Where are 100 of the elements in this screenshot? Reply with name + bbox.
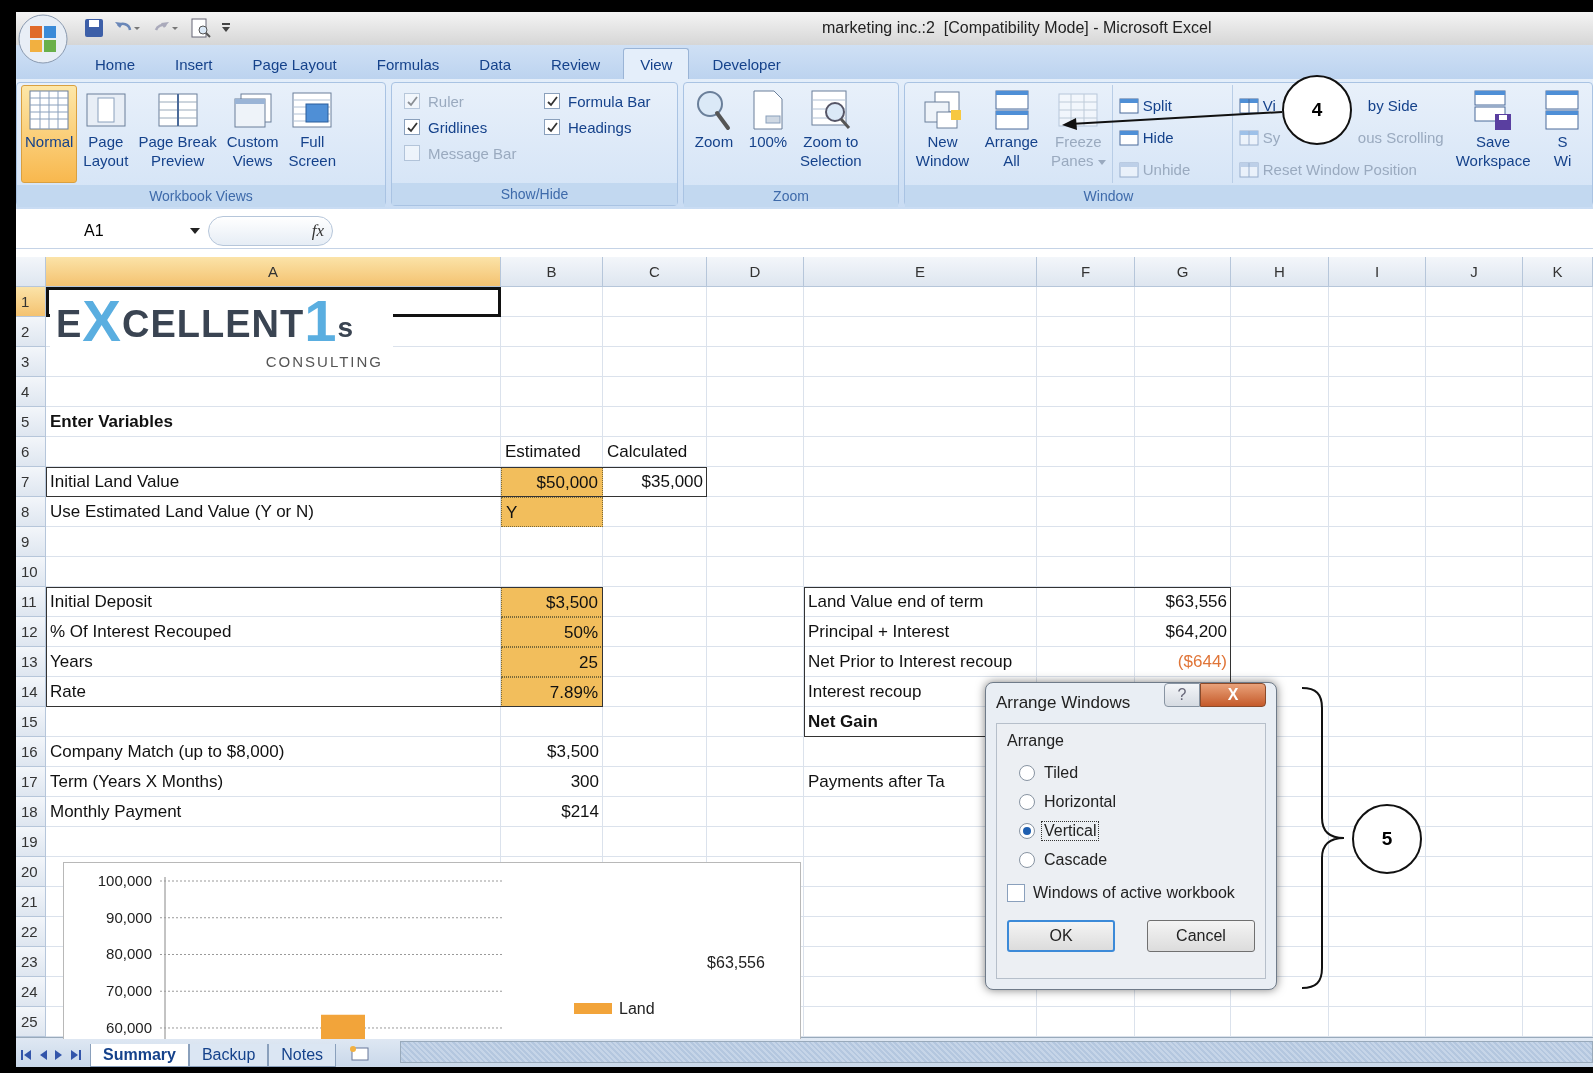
customize-caret-icon[interactable] [222,23,230,34]
table-cell: 50% [501,617,603,648]
row-header[interactable]: 18 [16,797,46,828]
checkbox-label: Headings [568,118,632,136]
row-header[interactable]: 22 [16,917,46,948]
column-header[interactable]: B [501,257,603,288]
row-header[interactable]: 2 [16,317,46,348]
column-header[interactable]: G [1135,257,1231,288]
ribbon-tab[interactable]: Developer [695,47,798,79]
last-sheet-icon[interactable] [70,1049,82,1061]
dialog-title: Arrange Windows [996,693,1131,713]
row-header[interactable]: 5 [16,407,46,438]
checkbox[interactable] [544,119,560,136]
column-header[interactable]: F [1037,257,1135,288]
logo-tagline: CONSULTING [265,353,383,370]
table-cell-text: $3,500 [546,741,600,764]
table-cell-text: Net Prior to Interest recoup [807,651,1014,674]
row-header[interactable]: 13 [16,647,46,678]
column-header[interactable]: D [707,257,804,288]
radio-label: Cascade [1043,849,1109,870]
radio-button[interactable] [1019,764,1035,781]
group-label: Arrange [1007,732,1065,750]
row-header[interactable]: 15 [16,707,46,738]
insert-sheet-icon[interactable] [348,1045,371,1061]
dialog-button[interactable]: Cancel [1147,920,1255,952]
radio-button[interactable] [1019,793,1035,810]
ribbon-button[interactable]: Page Break Preview [134,84,221,183]
ribbon-button[interactable]: New Window [909,84,976,183]
radio-button[interactable] [1019,851,1035,868]
column-header[interactable]: A [46,257,501,288]
column-header[interactable]: C [603,257,707,288]
row-header[interactable]: 3 [16,347,46,378]
sheet-tab[interactable]: Summary [90,1044,189,1067]
row-header[interactable]: 6 [16,437,46,468]
column-header[interactable]: J [1426,257,1523,288]
function-button[interactable]: fx [208,216,333,247]
ribbon-tab[interactable]: Insert [158,47,230,79]
first-sheet-icon[interactable] [20,1049,32,1061]
row-header[interactable]: 25 [16,1007,46,1038]
ribbon-button[interactable]: Arrange All [978,84,1045,183]
table-cell-text: $64,200 [1164,621,1228,644]
row-header[interactable]: 8 [16,497,46,528]
ribbon-button[interactable]: Page Layout [79,84,133,183]
ribbon-tab[interactable]: Formulas [359,47,457,79]
office-button[interactable] [18,14,68,64]
row-header[interactable]: 17 [16,767,46,798]
ribbon-button[interactable]: Vi [1238,92,1276,119]
sheet-tab[interactable]: Backup [188,1044,269,1067]
ribbon-button[interactable]: Full Screen [284,84,340,183]
ribbon-tab[interactable]: Page Layout [235,47,354,79]
ribbon-button[interactable]: Save Workspace [1451,84,1535,183]
next-sheet-icon[interactable] [54,1049,64,1061]
ribbon-tab[interactable]: Data [462,47,528,79]
ribbon-button[interactable]: Custom Views [222,84,283,183]
ribbon-button[interactable]: S Wi [1536,84,1589,183]
checkbox[interactable] [544,93,560,110]
previous-sheet-icon[interactable] [38,1049,48,1061]
ribbon-button[interactable]: Zoom [688,84,740,183]
ribbon-tab[interactable]: Review [534,47,618,79]
ribbon-button[interactable]: 100% [742,84,794,183]
row-header[interactable]: 10 [16,557,46,588]
row-header[interactable]: 14 [16,677,46,708]
ribbon-tab[interactable]: Home [78,47,152,79]
scroll-bar[interactable] [400,1041,1593,1063]
help-button[interactable]: ? [1164,683,1200,707]
ribbon-tab[interactable]: View [623,47,690,79]
ribbon-button[interactable]: Hide [1118,124,1174,151]
table-cell: 7.89% [501,677,603,708]
column-header[interactable]: I [1329,257,1426,288]
row-header[interactable]: 21 [16,887,46,918]
row-header[interactable]: 11 [16,587,46,618]
print-preview-icon[interactable] [190,18,212,39]
row-header[interactable]: 24 [16,977,46,1008]
table-cell-text: Estimated [504,441,582,464]
row-header[interactable]: 1 [16,287,46,318]
row-header[interactable]: 23 [16,947,46,978]
checkbox-label: Windows of active workbook [1033,884,1235,902]
radio-button[interactable] [1019,822,1035,839]
floppy-icon[interactable] [84,18,104,39]
ribbon-button[interactable]: Split [1118,92,1172,119]
row-header[interactable]: 20 [16,857,46,888]
row-header[interactable]: 9 [16,527,46,558]
row-header[interactable]: 4 [16,377,46,408]
axis-label: 90,000 [106,908,152,926]
column-header[interactable]: E [804,257,1037,288]
ribbon-button[interactable]: Zoom to Selection [796,84,866,183]
sheet-tab[interactable]: Notes [268,1044,337,1067]
dialog-button[interactable]: OK [1007,920,1115,952]
row-header[interactable]: 19 [16,827,46,858]
row-header[interactable]: 7 [16,467,46,498]
table-cell-text: Land Value end of term [807,591,985,614]
column-header[interactable]: H [1231,257,1329,288]
column-header[interactable]: K [1523,257,1593,288]
table-cell: 25 [501,647,603,678]
ribbon-button[interactable]: Normal [21,84,78,183]
checkbox[interactable] [404,119,420,136]
row-header[interactable]: 16 [16,737,46,768]
ribbon-button[interactable]: by Side [1367,92,1418,119]
checkbox[interactable] [1007,884,1025,902]
row-header[interactable]: 12 [16,617,46,648]
